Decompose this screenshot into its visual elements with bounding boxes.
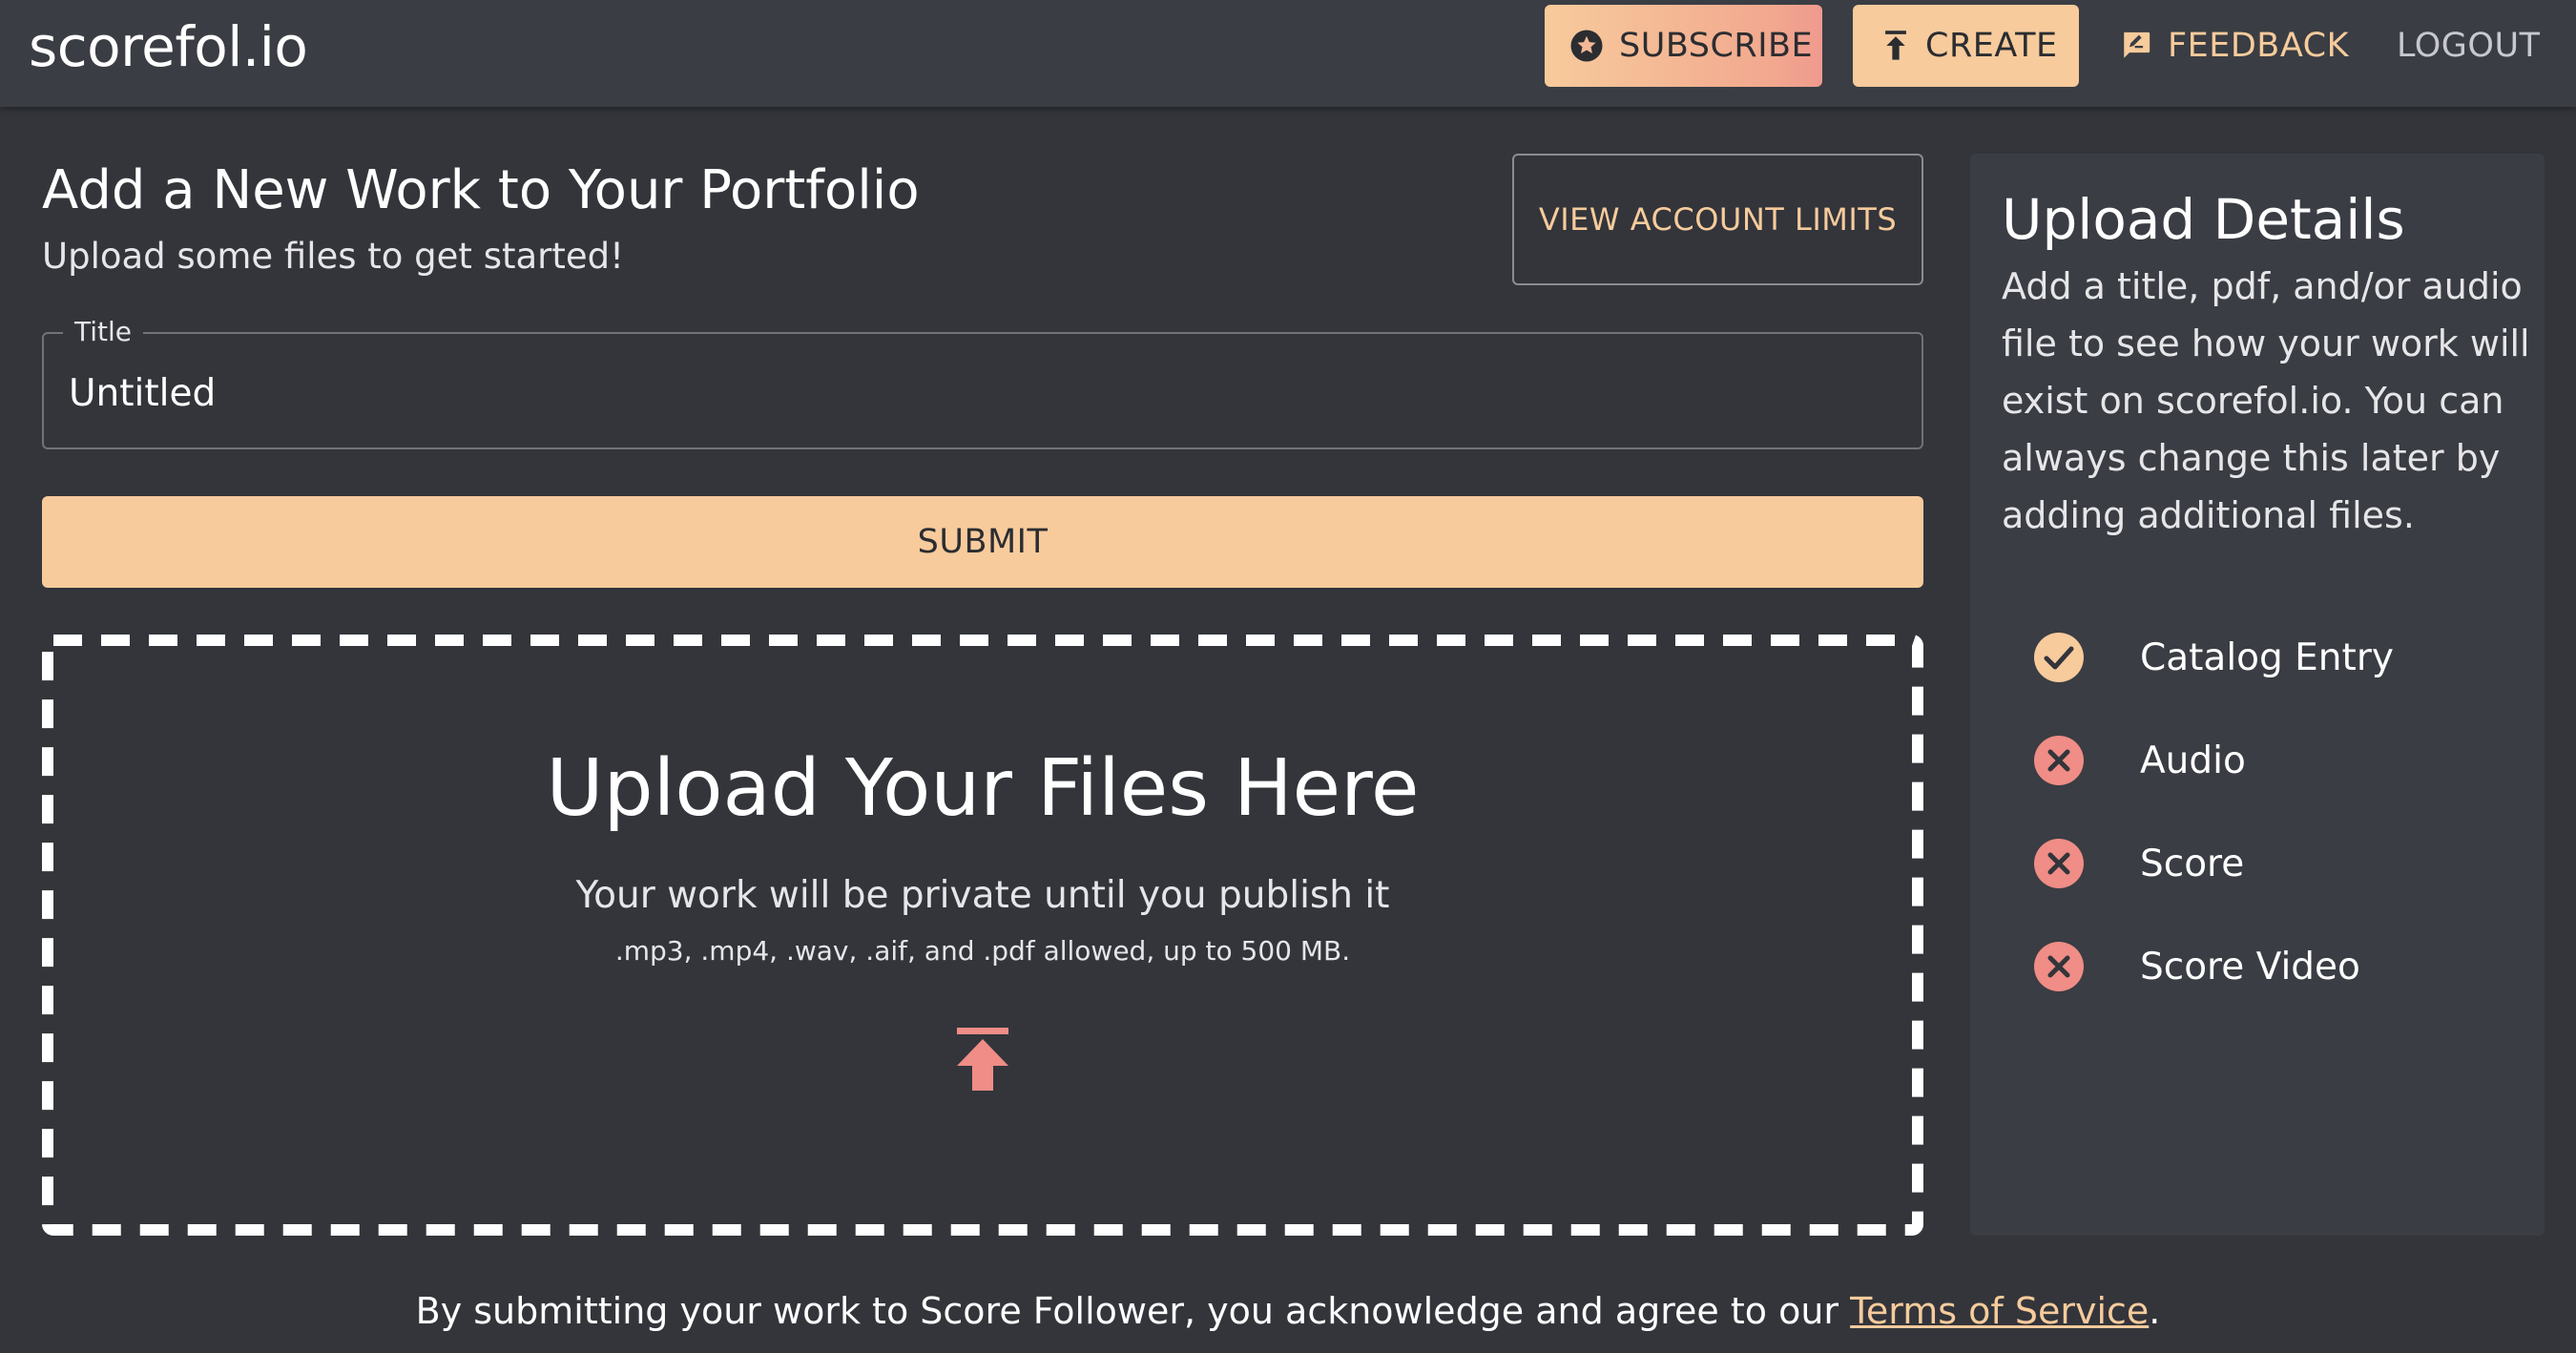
dropzone-title: Upload Your Files Here [546,743,1420,834]
terms-of-service-link[interactable]: Terms of Service [1850,1290,2149,1332]
status-item-score-video: Score Video [2033,938,2529,995]
status-label: Audio [2140,739,2246,782]
create-button[interactable]: CREATE [1853,5,2079,87]
file-dropzone[interactable]: Upload Your Files Here Your work will be… [42,635,1923,1236]
status-item-catalog-entry: Catalog Entry [2033,629,2529,686]
title-field: Title [42,315,1923,449]
upload-details-panel: Upload Details Add a title, pdf, and/or … [1970,154,2545,1236]
page-title: Add a New Work to Your Portfolio [42,159,920,221]
view-account-limits-button[interactable]: VIEW ACCOUNT LIMITS [1512,154,1923,285]
x-circle-icon [2033,838,2085,889]
status-label: Score Video [2140,945,2360,989]
create-label: CREATE [1925,27,2058,65]
feedback-button[interactable]: FEEDBACK [2116,5,2349,87]
subscribe-button[interactable]: SUBSCRIBE [1545,5,1822,87]
brand-logo[interactable]: scorefol.io [29,13,308,80]
feedback-label: FEEDBACK [2168,27,2350,65]
upload-icon [1881,30,1910,62]
status-label: Catalog Entry [2140,635,2394,679]
page-subtitle: Upload some files to get started! [42,236,624,277]
feedback-icon [2120,30,2152,62]
x-circle-icon [2033,941,2085,992]
upload-arrow-icon [953,1028,1012,1094]
view-account-limits-label: VIEW ACCOUNT LIMITS [1538,201,1898,238]
dropzone-formats: .mp3, .mp4, .wav, .aif, and .pdf allowed… [614,935,1351,967]
star-circle-icon [1569,29,1604,63]
status-label: Score [2140,842,2245,885]
status-item-audio: Audio [2033,732,2529,789]
top-navbar: scorefol.io SUBSCRIBE CREATE FEEDBACK LO… [0,0,2576,107]
x-circle-icon [2033,735,2085,786]
submit-button[interactable]: SUBMIT [42,496,1923,588]
subscribe-label: SUBSCRIBE [1619,27,1814,65]
check-circle-icon [2033,632,2085,683]
terms-notice-text: By submitting your work to Score Followe… [415,1290,1851,1332]
status-item-score: Score [2033,835,2529,892]
logout-label: LOGOUT [2397,27,2541,65]
title-input[interactable] [69,366,1881,420]
logout-button[interactable]: LOGOUT [2397,5,2540,87]
title-field-label: Title [63,315,144,349]
upload-details-title: Upload Details [2002,187,2405,252]
submit-label: SUBMIT [917,523,1049,561]
terms-notice-period: . [2149,1290,2161,1332]
upload-details-description: Add a title, pdf, and/or audio file to s… [2002,265,2530,536]
terms-notice: By submitting your work to Score Followe… [0,1287,2576,1335]
dropzone-subtitle: Your work will be private until you publ… [575,874,1390,917]
